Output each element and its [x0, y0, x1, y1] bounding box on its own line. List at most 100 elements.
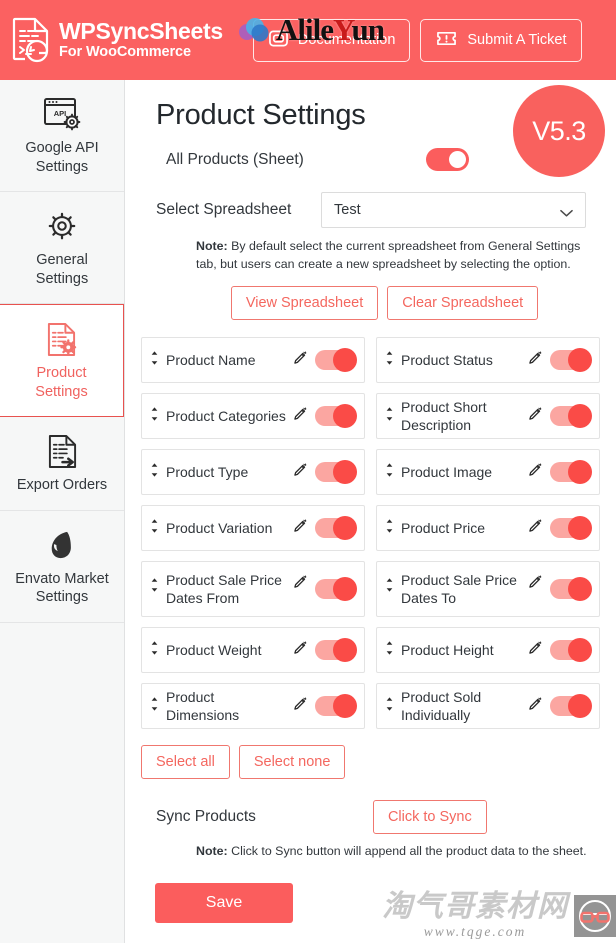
product-field-grid: Product Name Product Status Product Catego…: [141, 337, 600, 730]
version-badge: V5.3: [513, 85, 605, 177]
product-field-label: Product Weight: [166, 642, 262, 659]
edit-pencil-icon[interactable]: [293, 641, 307, 660]
save-button[interactable]: Save: [155, 882, 293, 923]
drag-handle-icon[interactable]: [384, 640, 395, 661]
product-field-row: Product Short Description: [376, 393, 600, 440]
wpsyncsheets-logo-icon: [12, 17, 50, 63]
drag-handle-icon[interactable]: [149, 406, 160, 427]
svg-text:API: API: [54, 109, 67, 118]
drag-handle-icon[interactable]: [384, 518, 395, 539]
select-none-button[interactable]: Select none: [238, 745, 346, 780]
spreadsheet-select[interactable]: Test: [321, 192, 586, 228]
main-content: V5.3 Product Settings All Products (Shee…: [125, 80, 616, 943]
drag-handle-icon[interactable]: [149, 696, 160, 717]
select-spreadsheet-row: Select Spreadsheet Test: [156, 192, 600, 228]
product-field-row: Product Height: [376, 627, 600, 674]
edit-pencil-icon[interactable]: [528, 697, 542, 716]
product-field-toggle[interactable]: [550, 460, 592, 485]
product-field-toggle[interactable]: [550, 577, 592, 602]
document-gear-icon: [46, 321, 77, 357]
sidebar-item-label: Envato Market Settings: [15, 570, 109, 606]
spreadsheet-button-group: View Spreadsheet Clear Spreadsheet: [169, 286, 600, 321]
product-field-toggle[interactable]: [315, 577, 357, 602]
all-products-toggle[interactable]: [425, 148, 469, 171]
sidebar-item-envato-market-settings[interactable]: Envato Market Settings: [0, 510, 124, 623]
product-field-toggle[interactable]: [315, 694, 357, 719]
edit-pencil-icon[interactable]: [528, 519, 542, 538]
edit-pencil-icon[interactable]: [528, 351, 542, 370]
edit-pencil-icon[interactable]: [293, 463, 307, 482]
drag-handle-icon[interactable]: [384, 350, 395, 371]
sidebar-item-general-settings[interactable]: General Settings: [0, 192, 124, 305]
product-field-row: Product Weight: [141, 627, 365, 674]
product-field-label: Product Type: [166, 464, 249, 481]
sync-note: Note: Click to Sync button will append a…: [196, 843, 596, 861]
product-field-label: Product Sold Individually: [401, 689, 482, 724]
product-field-toggle[interactable]: [315, 348, 357, 373]
product-field-toggle[interactable]: [550, 638, 592, 663]
note-text: By default select the current spreadshee…: [196, 239, 581, 271]
all-products-label: All Products (Sheet): [166, 150, 304, 168]
documentation-button[interactable]: Documentation: [252, 18, 411, 62]
product-field-row: Product Status: [376, 337, 600, 384]
api-window-gear-icon: API: [43, 96, 81, 132]
document-export-icon: [47, 433, 78, 469]
edit-pencil-icon[interactable]: [293, 575, 307, 594]
product-field-row: Product Name: [141, 337, 365, 384]
product-field-toggle[interactable]: [550, 404, 592, 429]
product-field-label: Product Short Description: [401, 399, 487, 434]
edit-pencil-icon[interactable]: [293, 697, 307, 716]
clear-spreadsheet-button[interactable]: Clear Spreadsheet: [387, 286, 539, 321]
product-field-toggle[interactable]: [315, 516, 357, 541]
edit-pencil-icon[interactable]: [293, 407, 307, 426]
product-field-toggle[interactable]: [550, 348, 592, 373]
product-field-label: Product Dimensions: [166, 689, 240, 724]
product-field-label: Product Status: [401, 352, 493, 369]
product-field-row: Product Variation: [141, 505, 365, 552]
edit-pencil-icon[interactable]: [293, 519, 307, 538]
submit-ticket-button[interactable]: Submit A Ticket: [420, 18, 582, 62]
product-field-toggle[interactable]: [315, 404, 357, 429]
ticket-icon: [435, 29, 458, 52]
sidebar-item-export-orders[interactable]: Export Orders: [0, 417, 124, 511]
chevron-down-icon: [560, 206, 573, 222]
sidebar-item-google-api-settings[interactable]: API Google API Settings: [0, 80, 124, 193]
brand-subtitle: For WooCommerce: [59, 44, 191, 61]
product-field-toggle[interactable]: [315, 638, 357, 663]
sidebar-item-label: Google API Settings: [25, 140, 99, 175]
product-field-toggle[interactable]: [550, 516, 592, 541]
submit-ticket-button-label: Submit A Ticket: [467, 32, 567, 48]
drag-handle-icon[interactable]: [149, 577, 160, 598]
drag-handle-icon[interactable]: [384, 462, 395, 483]
drag-handle-icon[interactable]: [149, 350, 160, 371]
product-field-toggle[interactable]: [315, 460, 357, 485]
click-to-sync-button[interactable]: Click to Sync: [372, 800, 487, 835]
product-field-label: Product Image: [401, 464, 493, 481]
product-field-row: Product Type: [141, 449, 365, 496]
sidebar: API Google API Settings General Settings…: [0, 80, 125, 943]
drag-handle-icon[interactable]: [384, 696, 395, 717]
envato-leaf-icon: [48, 527, 76, 563]
view-spreadsheet-button[interactable]: View Spreadsheet: [230, 286, 379, 321]
edit-pencil-icon[interactable]: [528, 463, 542, 482]
drag-handle-icon[interactable]: [149, 462, 160, 483]
drag-handle-icon[interactable]: [149, 640, 160, 661]
drag-handle-icon[interactable]: [384, 406, 395, 427]
sidebar-item-product-settings[interactable]: Product Settings: [0, 304, 124, 418]
sidebar-item-label: Export Orders: [16, 477, 108, 494]
sync-products-row: Sync Products Click to Sync: [141, 800, 600, 835]
drag-handle-icon[interactable]: [149, 518, 160, 539]
documentation-button-label: Documentation: [297, 32, 396, 48]
product-field-toggle[interactable]: [550, 694, 592, 719]
edit-pencil-icon[interactable]: [528, 407, 542, 426]
edit-pencil-icon[interactable]: [528, 575, 542, 594]
edit-pencil-icon[interactable]: [528, 641, 542, 660]
note-label: Note:: [196, 239, 228, 253]
gear-icon: [47, 208, 77, 244]
product-field-label: Product Categories: [166, 408, 286, 425]
edit-pencil-icon[interactable]: [293, 351, 307, 370]
product-field-label: Product Price: [401, 520, 486, 537]
select-all-button[interactable]: Select all: [141, 745, 230, 780]
drag-handle-icon[interactable]: [384, 577, 395, 598]
product-field-row: Product Sale Price Dates From: [141, 561, 365, 618]
